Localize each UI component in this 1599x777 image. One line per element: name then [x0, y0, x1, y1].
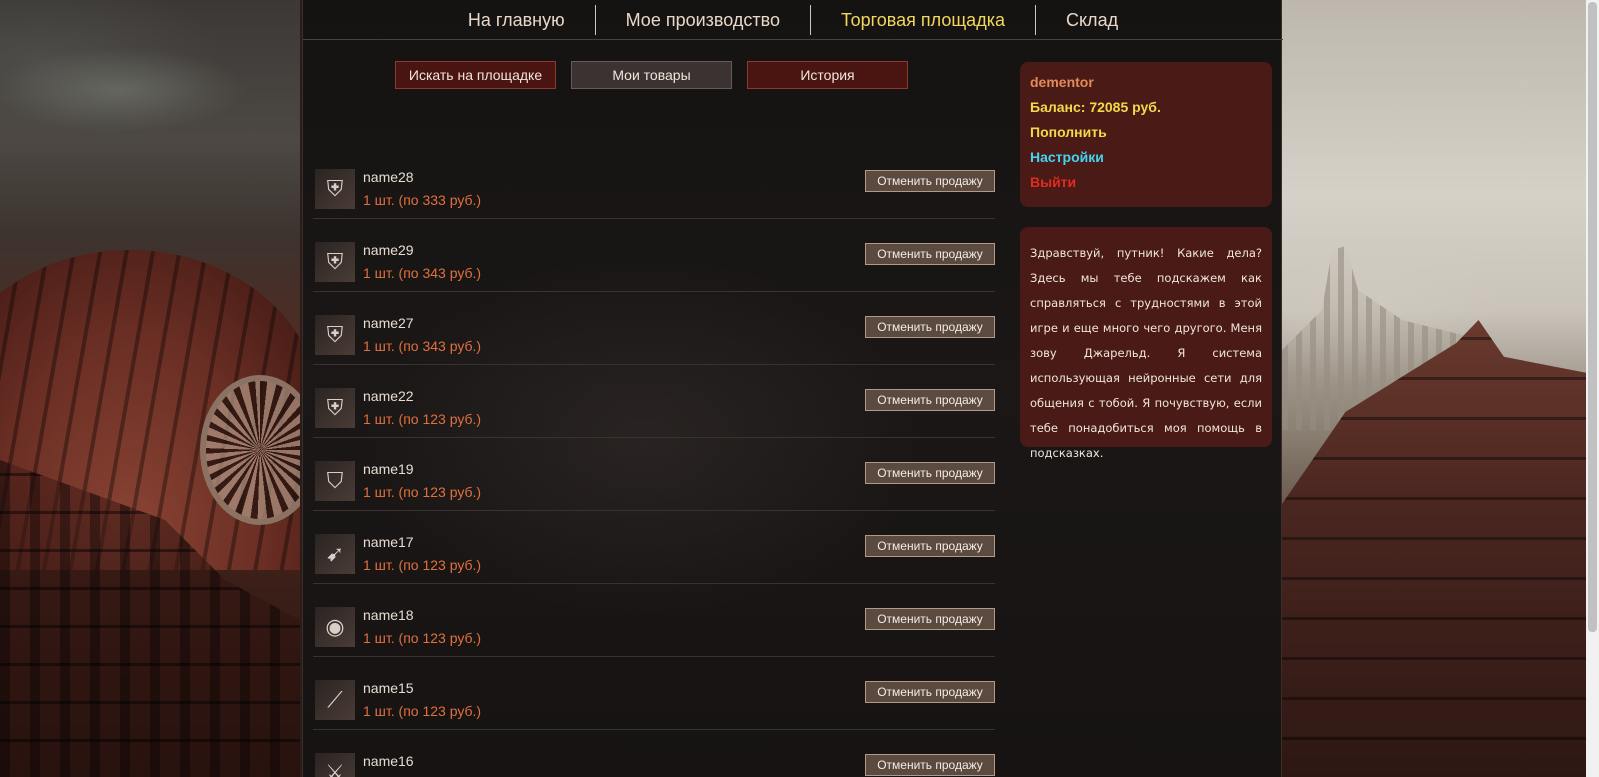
list-item: ⛨ name29 1 шт. (по 343 руб.) Отменить прода…: [313, 219, 995, 292]
market-tabs: Искать на площадке Мои товары История: [395, 61, 908, 89]
cancel-sale-button[interactable]: Отменить продажу: [865, 462, 995, 484]
item-name: name28: [363, 169, 414, 185]
tab-search-market[interactable]: Искать на площадке: [395, 61, 556, 89]
item-name: name22: [363, 388, 414, 404]
list-item: ⟋ name15 1 шт. (по 123 руб.) Отменить прода…: [313, 657, 995, 730]
spear-icon: ⟋: [315, 680, 355, 720]
background-left-art: [0, 0, 300, 777]
cancel-sale-button[interactable]: Отменить продажу: [865, 608, 995, 630]
item-name: name19: [363, 461, 414, 477]
item-name: name29: [363, 242, 414, 258]
cancel-sale-button[interactable]: Отменить продажу: [865, 681, 995, 703]
main-panel: На главную Мое производство Торговая пло…: [302, 0, 1283, 777]
leg-armor-icon: ⛨: [315, 169, 355, 209]
item-name: name15: [363, 680, 414, 696]
nav-warehouse[interactable]: Склад: [1036, 5, 1148, 35]
background-right-art: [1282, 0, 1599, 777]
nav-home[interactable]: На главную: [438, 5, 595, 35]
item-price: 1 шт. (по 123 руб.): [363, 703, 482, 719]
cancel-sale-button[interactable]: Отменить продажу: [865, 389, 995, 411]
item-price: 1 шт. (по 123 руб.): [363, 484, 482, 500]
list-item: ➹ name17 1 шт. (по 123 руб.) Отменить прода…: [313, 511, 995, 584]
list-item: ⚔ name16 Отменить продажу: [313, 730, 995, 777]
cancel-sale-button[interactable]: Отменить продажу: [865, 243, 995, 265]
item-price: 1 шт. (по 343 руб.): [363, 265, 482, 281]
cancel-sale-button[interactable]: Отменить продажу: [865, 754, 995, 776]
shield-icon: ⛉: [315, 461, 355, 501]
item-name: name17: [363, 534, 414, 550]
list-item: ⛨ name27 1 шт. (по 343 руб.) Отменить прода…: [313, 292, 995, 365]
item-price: 1 шт. (по 333 руб.): [363, 192, 482, 208]
user-panel: dementor Баланс: 72085 руб. Пополнить На…: [1020, 62, 1272, 207]
scrollbar-thumb[interactable]: [1588, 2, 1597, 632]
list-item: ⛉ name19 1 шт. (по 123 руб.) Отменить прода…: [313, 438, 995, 511]
tab-history[interactable]: История: [747, 61, 908, 89]
item-price: 1 шт. (по 343 руб.): [363, 338, 482, 354]
list-item: ⛨ name22 1 шт. (по 123 руб.) Отменить прода…: [313, 365, 995, 438]
cancel-sale-button[interactable]: Отменить продажу: [865, 170, 995, 192]
chest-armor-icon: ⛨: [315, 315, 355, 355]
nav-marketplace[interactable]: Торговая площадка: [811, 5, 1035, 35]
settings-link[interactable]: Настройки: [1030, 149, 1262, 174]
cancel-sale-button[interactable]: Отменить продажу: [865, 316, 995, 338]
balance: Баланс: 72085 руб.: [1030, 99, 1161, 115]
quiver-icon: ➹: [315, 534, 355, 574]
my-goods-list: ⛨ name28 1 шт. (по 333 руб.) Отменить прода…: [313, 146, 995, 777]
tab-my-goods[interactable]: Мои товары: [571, 61, 732, 89]
round-shield-icon: ◉: [315, 607, 355, 647]
item-price: 1 шт. (по 123 руб.): [363, 557, 482, 573]
item-price: 1 шт. (по 123 руб.): [363, 630, 482, 646]
logout-link[interactable]: Выйти: [1030, 174, 1262, 199]
sword-icon: ⚔: [315, 753, 355, 777]
item-price: 1 шт. (по 123 руб.): [363, 411, 482, 427]
assistant-message: Здравствуй, путник! Какие дела? Здесь мы…: [1020, 227, 1272, 460]
username: dementor: [1030, 74, 1094, 90]
pants-icon: ⛨: [315, 242, 355, 282]
item-name: name18: [363, 607, 414, 623]
top-nav: На главную Мое производство Торговая пло…: [303, 0, 1283, 40]
cancel-sale-button[interactable]: Отменить продажу: [865, 535, 995, 557]
list-item: ⛨ name28 1 шт. (по 333 руб.) Отменить прода…: [313, 146, 995, 219]
item-name: name27: [363, 315, 414, 331]
topup-link[interactable]: Пополнить: [1030, 124, 1262, 149]
shirt-icon: ⛨: [315, 388, 355, 428]
item-name: name16: [363, 753, 414, 769]
nav-production[interactable]: Мое производство: [596, 5, 810, 35]
list-item: ◉ name18 1 шт. (по 123 руб.) Отменить прода…: [313, 584, 995, 657]
